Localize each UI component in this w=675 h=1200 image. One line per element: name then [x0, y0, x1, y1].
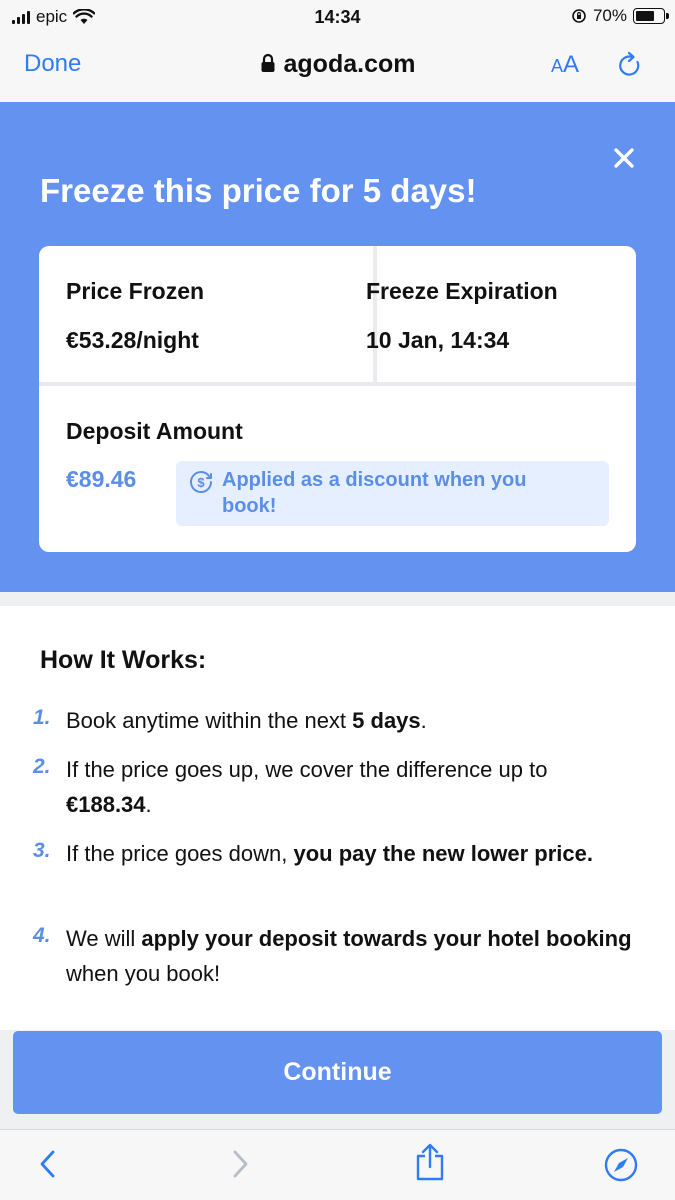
back-icon[interactable]	[35, 1146, 59, 1182]
text-size-large-a: A	[563, 51, 580, 78]
step-number: 4.	[33, 924, 51, 947]
money-back-icon: $	[190, 471, 212, 493]
battery-percent: 70%	[592, 6, 627, 25]
deposit-value: €89.46	[66, 466, 137, 492]
price-frozen-label: Price Frozen	[66, 278, 205, 304]
close-icon[interactable]	[610, 144, 638, 172]
browser-toolbar	[0, 1129, 675, 1200]
card-divider	[373, 246, 377, 384]
forward-icon[interactable]	[229, 1146, 253, 1182]
discount-text-line2: book!	[222, 495, 277, 517]
step-number: 3.	[33, 839, 51, 862]
lock-icon	[260, 51, 276, 80]
deposit-label: Deposit Amount	[66, 418, 243, 444]
step-text: If the price goes up, we cover the diffe…	[66, 757, 548, 817]
compass-icon[interactable]	[603, 1147, 639, 1183]
step-number: 1.	[33, 706, 51, 729]
expiration-value: 10 Jan, 14:34	[366, 327, 510, 353]
status-bar: epic 14:34 70%	[0, 0, 675, 34]
text-size-small-a: A	[551, 56, 564, 76]
step-number: 2.	[33, 755, 51, 778]
discount-note: $ Applied as a discount when you book!	[176, 461, 609, 526]
continue-button[interactable]: Continue	[13, 1031, 662, 1114]
status-right: 70%	[571, 6, 669, 26]
expiration-label: Freeze Expiration	[366, 278, 558, 304]
freeze-panel: Freeze this price for 5 days! Price Froz…	[0, 102, 675, 592]
battery-icon	[633, 8, 669, 24]
share-icon[interactable]	[413, 1142, 447, 1182]
step-text: We will apply your deposit towards your …	[66, 926, 632, 986]
price-card: Price Frozen €53.28/night Freeze Expirat…	[39, 246, 636, 552]
discount-text-line1: Applied as a discount when you	[222, 469, 527, 491]
reload-icon[interactable]	[617, 51, 643, 79]
price-frozen-value: €53.28/night	[66, 327, 199, 353]
url-text: agoda.com	[283, 50, 416, 78]
orientation-lock-icon	[572, 9, 586, 23]
step-text: If the price goes down, you pay the new …	[66, 841, 593, 866]
section-divider	[0, 592, 675, 606]
how-it-works-title: How It Works:	[40, 646, 207, 674]
step-text: Book anytime within the next 5 days.	[66, 708, 427, 733]
page: epic 14:34 70% Done agoda.com AA Freeze …	[0, 0, 675, 1200]
svg-text:$: $	[197, 475, 205, 490]
text-size-button[interactable]: AA	[551, 51, 579, 79]
browser-nav-bar: Done agoda.com AA	[0, 34, 675, 102]
freeze-title: Freeze this price for 5 days!	[40, 172, 477, 209]
card-divider	[39, 382, 636, 386]
